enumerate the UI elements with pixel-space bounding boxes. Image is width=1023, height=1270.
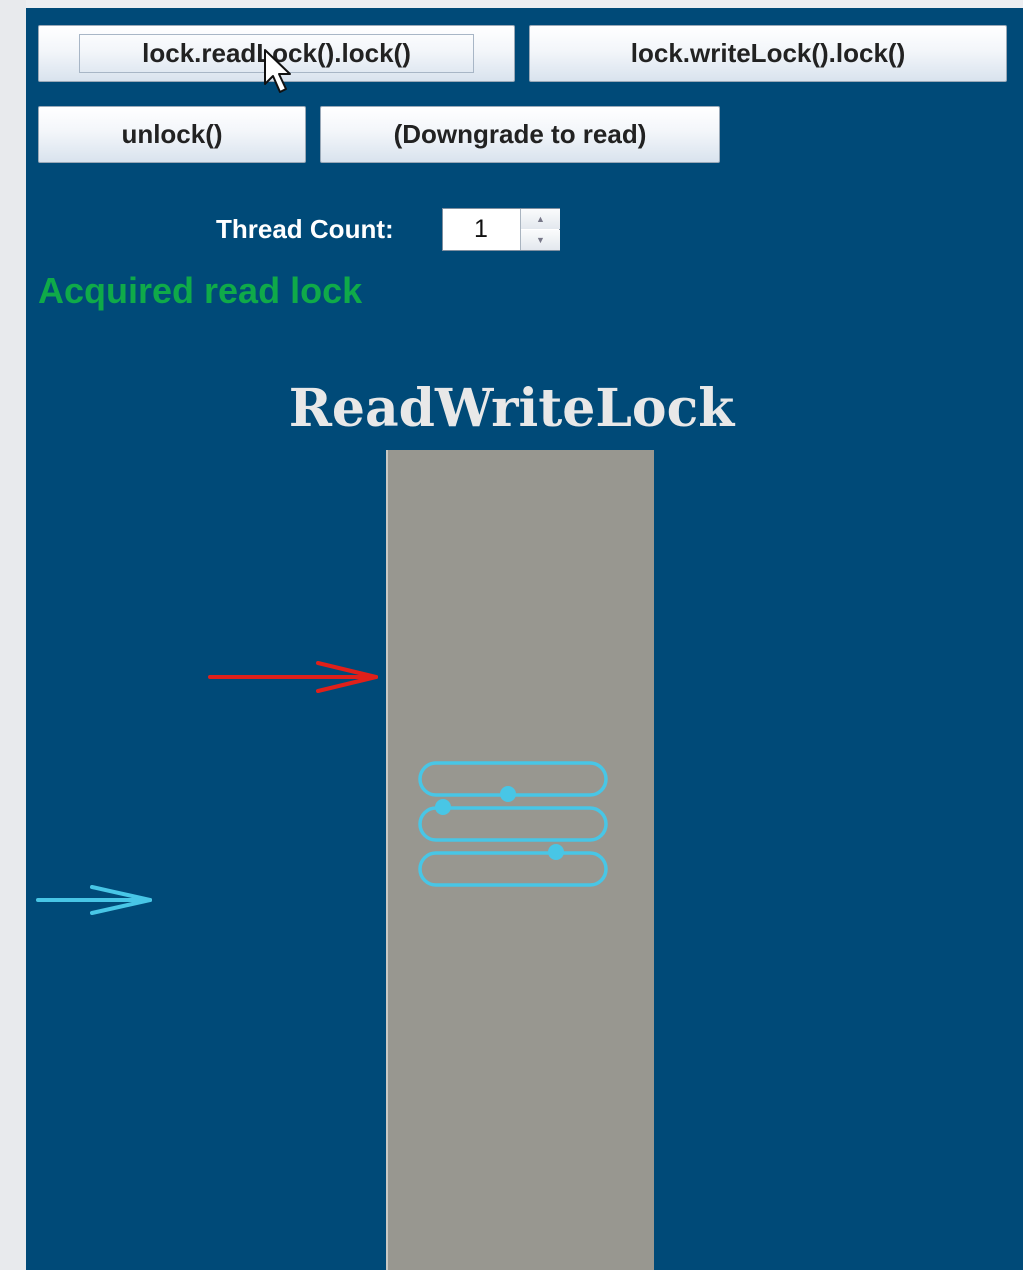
mouse-cursor-icon xyxy=(264,49,291,93)
reader-thread-dot xyxy=(548,844,564,860)
reader-thread-dot xyxy=(500,786,516,802)
writer-arrow-icon xyxy=(208,661,378,693)
reader-threads xyxy=(418,761,608,887)
diagram-overlay xyxy=(36,49,608,915)
reader-thread-loop xyxy=(418,851,608,887)
reader-thread-dot xyxy=(435,799,451,815)
reader-arrow-icon xyxy=(36,885,152,915)
reader-thread-markers xyxy=(435,786,564,860)
